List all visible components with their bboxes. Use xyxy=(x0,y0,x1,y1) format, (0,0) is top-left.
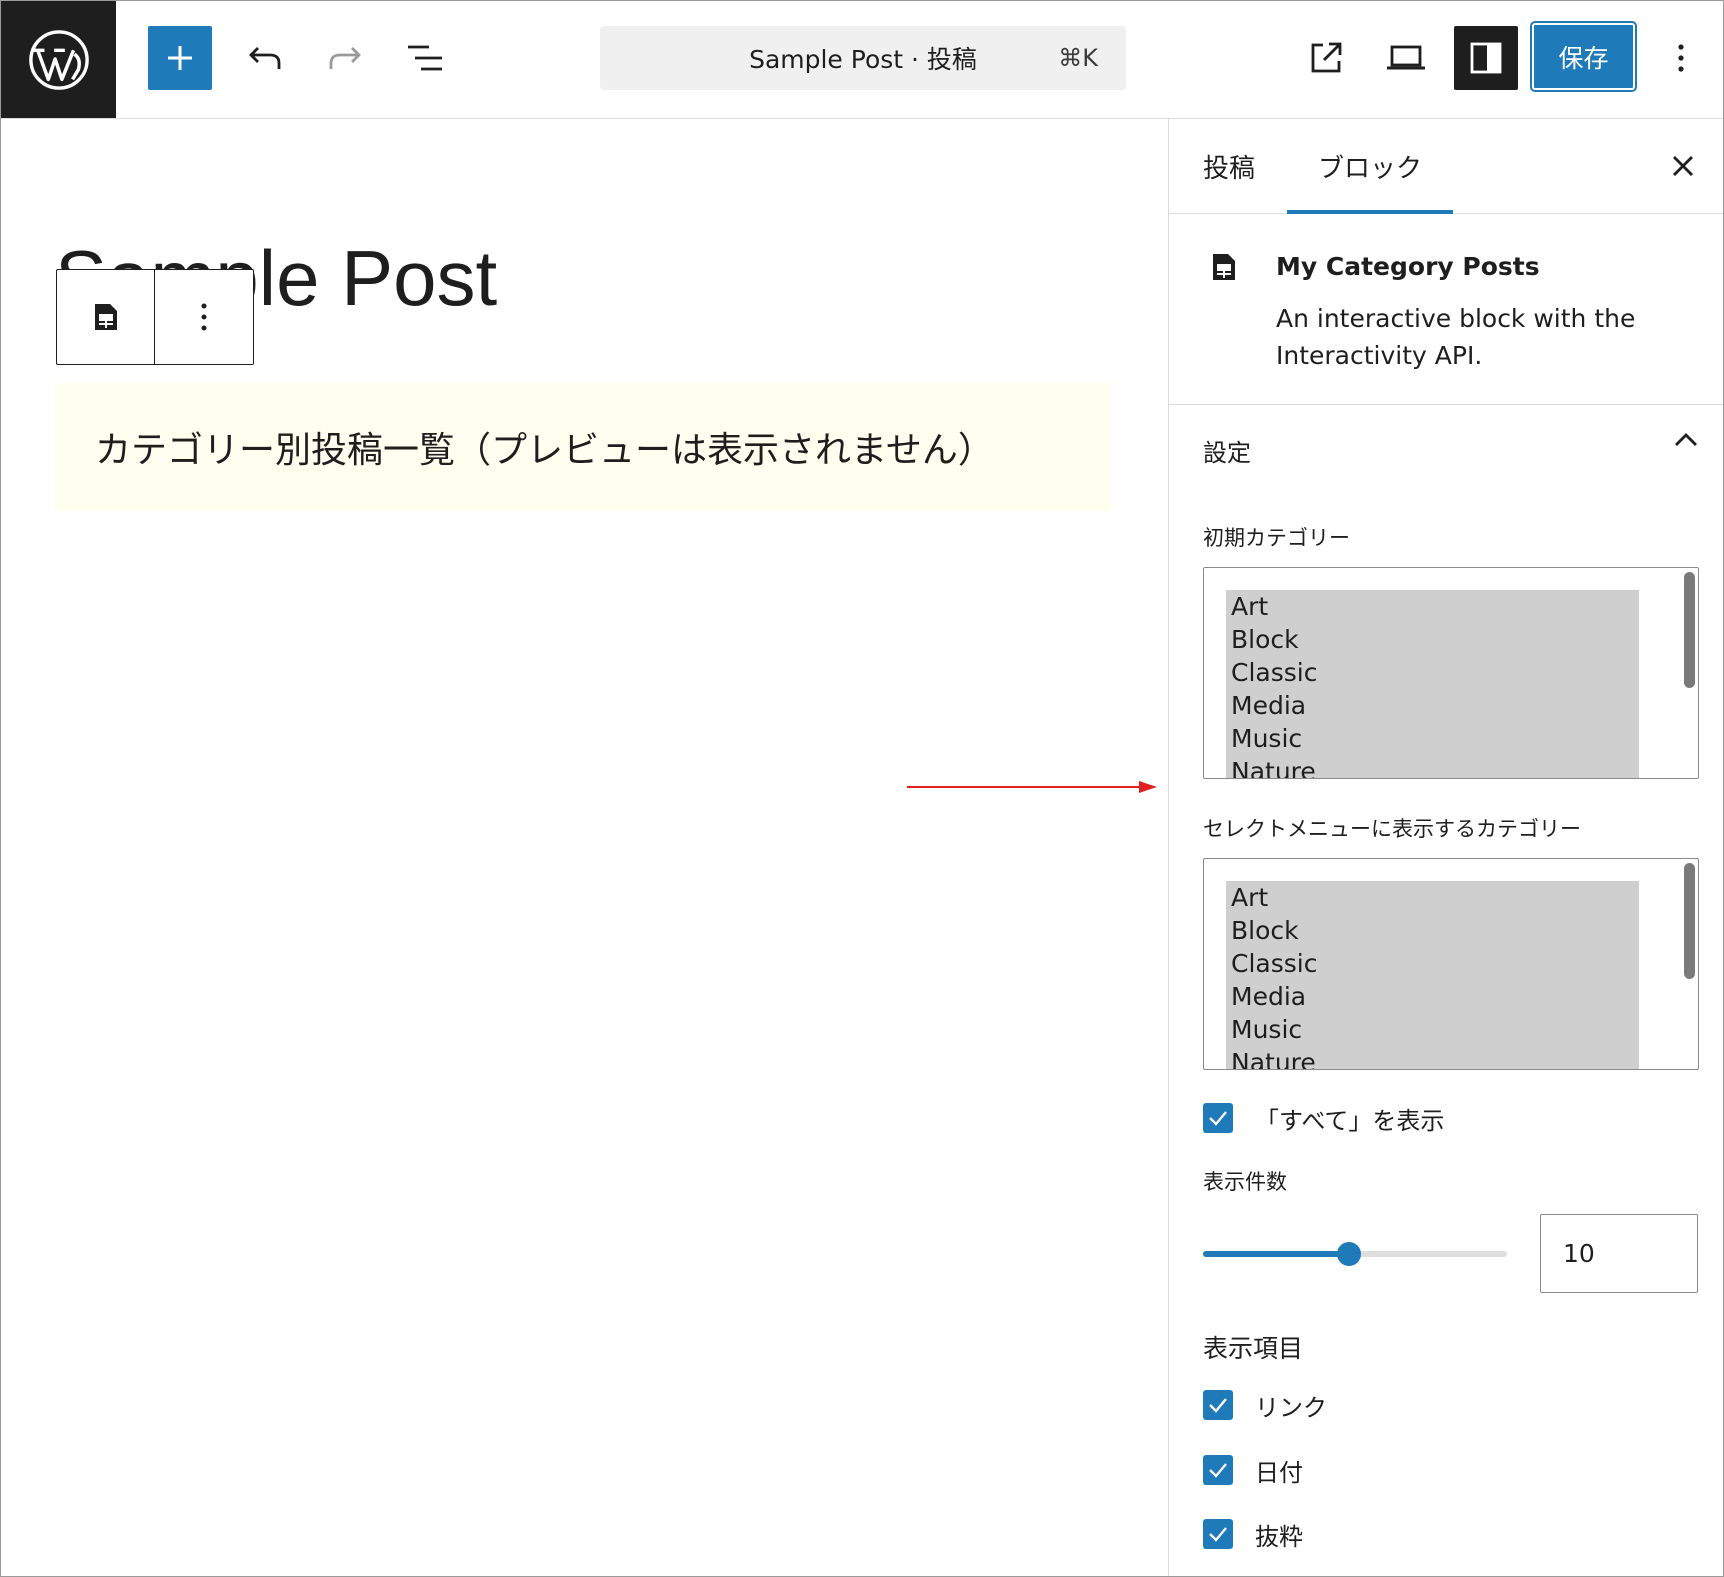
listbox-option[interactable]: Music xyxy=(1226,722,1639,755)
plus-icon xyxy=(168,46,192,70)
block-type-button[interactable] xyxy=(57,270,155,364)
listbox-option[interactable]: Block xyxy=(1226,914,1639,947)
listbox-option[interactable]: Nature xyxy=(1226,1046,1639,1069)
view-post-button[interactable] xyxy=(1294,26,1358,90)
checkbox-label: リンク xyxy=(1255,1393,1327,1422)
category-posts-block[interactable]: カテゴリー別投稿一覧（プレビューは表示されません） xyxy=(55,383,1111,511)
wordpress-logo-icon[interactable] xyxy=(1,1,116,118)
block-description: An interactive block with the Interactiv… xyxy=(1276,304,1636,370)
list-view-icon xyxy=(408,45,442,71)
close-icon xyxy=(1673,156,1693,176)
listbox-options: Art Block Classic Media Music Nature xyxy=(1226,590,1639,778)
checkbox-label: 日付 xyxy=(1255,1458,1303,1487)
undo-button[interactable] xyxy=(233,26,297,90)
tab-label: ブロック xyxy=(1317,153,1422,184)
close-sidebar-button[interactable] xyxy=(1656,139,1710,193)
tab-block[interactable]: ブロック xyxy=(1287,119,1453,214)
initial-category-label: 初期カテゴリー xyxy=(1203,526,1350,550)
document-title: Sample Post · 投稿 xyxy=(749,45,977,74)
block-card: My Category Posts An interactive block w… xyxy=(1169,214,1723,405)
display-item-date-checkbox[interactable]: 日付 xyxy=(1203,1453,1303,1487)
count-slider[interactable] xyxy=(1203,1242,1507,1266)
redo-button[interactable] xyxy=(313,26,377,90)
listbox-option[interactable]: Nature xyxy=(1226,755,1639,778)
redo-icon xyxy=(329,47,361,69)
document-overview-button[interactable] xyxy=(393,26,457,90)
block-toolbar xyxy=(56,269,254,365)
display-item-excerpt-checkbox[interactable]: 抜粋 xyxy=(1203,1517,1303,1551)
panel-title: 設定 xyxy=(1203,438,1251,467)
block-icon xyxy=(1213,254,1235,280)
display-item-link-checkbox[interactable]: リンク xyxy=(1203,1388,1327,1422)
chevron-up-icon xyxy=(1675,433,1697,446)
editor-window: Sample Post · 投稿 ⌘K 保存 Sample Post カテゴリー… xyxy=(0,0,1724,1577)
editor-header: Sample Post · 投稿 ⌘K 保存 xyxy=(1,1,1723,119)
checkbox-checked-icon[interactable] xyxy=(1203,1103,1233,1133)
more-vertical-icon xyxy=(201,303,207,331)
block-title: My Category Posts xyxy=(1276,252,1540,281)
shortcut-hint: ⌘K xyxy=(1058,44,1098,72)
settings-sidebar: 投稿 ブロック My Category Posts An interactive… xyxy=(1168,119,1723,1576)
display-items-title: 表示項目 xyxy=(1203,1334,1304,1363)
options-button[interactable] xyxy=(1649,26,1713,90)
save-button[interactable]: 保存 xyxy=(1532,23,1635,90)
count-label: 表示件数 xyxy=(1203,1170,1287,1194)
listbox-option[interactable]: Classic xyxy=(1226,656,1639,689)
sidebar-icon xyxy=(1470,42,1502,74)
sidebar-tabs: 投稿 ブロック xyxy=(1169,119,1723,214)
checkbox-label: 抜粋 xyxy=(1255,1522,1303,1551)
listbox-option[interactable]: Media xyxy=(1226,980,1639,1013)
tab-post[interactable]: 投稿 xyxy=(1203,119,1255,213)
checkbox-checked-icon[interactable] xyxy=(1203,1519,1233,1549)
add-block-button[interactable] xyxy=(148,26,212,90)
menu-categories-label: セレクトメニューに表示するカテゴリー xyxy=(1203,817,1581,841)
slider-fill xyxy=(1203,1251,1349,1257)
listbox-options: Art Block Classic Media Music Nature xyxy=(1226,881,1639,1069)
more-vertical-icon xyxy=(1678,44,1684,72)
listbox-option[interactable]: Music xyxy=(1226,1013,1639,1046)
listbox-option[interactable]: Media xyxy=(1226,689,1639,722)
preview-button[interactable] xyxy=(1374,26,1438,90)
tab-label: 投稿 xyxy=(1203,153,1256,184)
listbox-option[interactable]: Art xyxy=(1226,590,1639,623)
initial-category-select[interactable]: Art Block Classic Media Music Nature xyxy=(1203,567,1699,779)
checkbox-label: 「すべて」を表示 xyxy=(1255,1106,1445,1135)
listbox-option[interactable]: Block xyxy=(1226,623,1639,656)
listbox-option[interactable]: Classic xyxy=(1226,947,1639,980)
desktop-icon xyxy=(1387,45,1425,70)
block-options-button[interactable] xyxy=(155,270,253,364)
command-palette-bar[interactable]: Sample Post · 投稿 ⌘K xyxy=(600,26,1126,90)
checkbox-checked-icon[interactable] xyxy=(1203,1390,1233,1420)
scrollbar-thumb[interactable] xyxy=(1684,863,1695,979)
show-all-checkbox[interactable]: 「すべて」を表示 xyxy=(1203,1101,1444,1135)
listbox-option[interactable]: Art xyxy=(1226,881,1639,914)
block-icon xyxy=(94,304,117,330)
editor-canvas: Sample Post カテゴリー別投稿一覧（プレビューは表示されません） xyxy=(1,119,1167,1576)
slider-thumb[interactable] xyxy=(1336,1242,1361,1266)
undo-icon xyxy=(249,47,281,69)
annotation-arrow-icon xyxy=(907,781,1157,793)
block-placeholder-text: カテゴリー別投稿一覧（プレビューは表示されません） xyxy=(95,430,994,471)
settings-toggle-button[interactable] xyxy=(1454,26,1518,90)
external-link-icon xyxy=(1311,42,1342,73)
settings-panel-toggle[interactable]: 設定 xyxy=(1169,405,1723,495)
scrollbar-thumb[interactable] xyxy=(1684,572,1695,688)
menu-categories-select[interactable]: Art Block Classic Media Music Nature xyxy=(1203,858,1699,1070)
checkbox-checked-icon[interactable] xyxy=(1203,1455,1233,1485)
count-input[interactable] xyxy=(1540,1214,1698,1293)
